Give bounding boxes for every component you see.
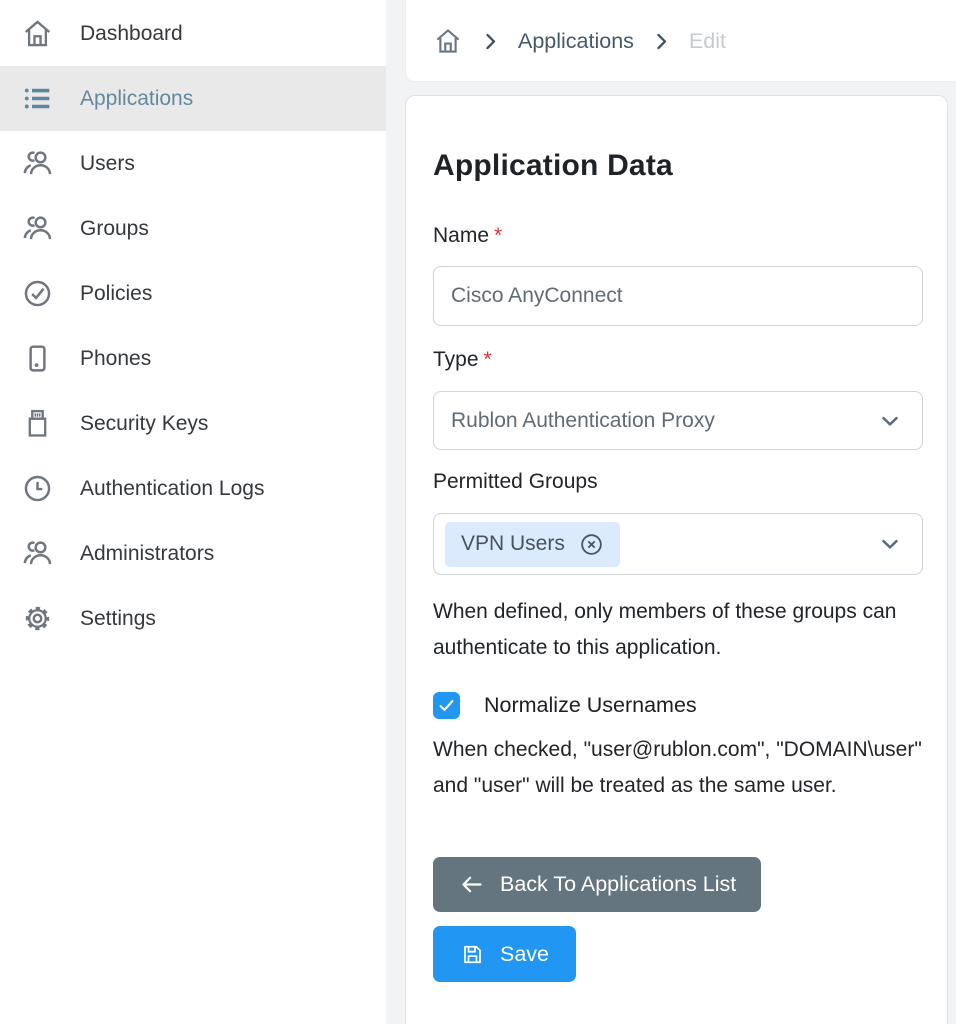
group-tag-label: VPN Users — [461, 532, 565, 556]
page-title: Application Data — [433, 146, 923, 186]
chevron-down-icon — [877, 531, 903, 557]
normalize-usernames-row: Normalize Usernames — [433, 692, 923, 719]
sidebar-item-policies[interactable]: Policies — [0, 261, 386, 326]
breadcrumb-edit-current: Edit — [689, 29, 726, 54]
sidebar-item-label: Applications — [80, 87, 193, 111]
sidebar-item-applications[interactable]: Applications — [0, 66, 386, 131]
sidebar-item-phones[interactable]: Phones — [0, 326, 386, 391]
sidebar-item-authentication-logs[interactable]: Authentication Logs — [0, 456, 386, 521]
save-button[interactable]: Save — [433, 926, 576, 982]
normalize-usernames-checkbox[interactable] — [433, 692, 460, 719]
sidebar-item-administrators[interactable]: Administrators — [0, 521, 386, 586]
sidebar-item-label: Policies — [80, 282, 152, 306]
type-select-value: Rublon Authentication Proxy — [451, 409, 715, 433]
sidebar-item-label: Dashboard — [80, 22, 183, 46]
breadcrumb-applications-link[interactable]: Applications — [518, 29, 634, 54]
sidebar-item-label: Administrators — [80, 542, 214, 566]
usb-key-icon — [21, 407, 54, 440]
name-label: Name* — [433, 223, 923, 249]
check-circle-icon — [21, 277, 54, 310]
sidebar-item-users[interactable]: Users — [0, 131, 386, 196]
save-floppy-icon — [460, 942, 485, 967]
phone-icon — [21, 342, 54, 375]
list-icon — [21, 82, 54, 115]
application-data-card: Application Data Name* Type* Rublon Auth… — [405, 95, 948, 1024]
save-button-label: Save — [500, 942, 549, 967]
chevron-right-icon — [480, 31, 501, 52]
type-label: Type* — [433, 347, 923, 373]
back-button-label: Back To Applications List — [500, 872, 736, 897]
home-icon[interactable] — [433, 26, 463, 56]
sidebar-item-label: Phones — [80, 347, 151, 371]
back-to-applications-button[interactable]: Back To Applications List — [433, 857, 761, 912]
sidebar-item-dashboard[interactable]: Dashboard — [0, 1, 386, 66]
sidebar-item-settings[interactable]: Settings — [0, 586, 386, 651]
sidebar: Dashboard Applications Users — [0, 0, 386, 1024]
people-icon — [21, 212, 54, 245]
permitted-groups-help: When defined, only members of these grou… — [433, 594, 923, 666]
sidebar-item-label: Authentication Logs — [80, 477, 264, 501]
sidebar-item-label: Users — [80, 152, 135, 176]
remove-tag-icon[interactable] — [578, 531, 605, 558]
breadcrumb: Applications Edit — [405, 0, 956, 82]
sidebar-item-security-keys[interactable]: Security Keys — [0, 391, 386, 456]
name-input[interactable] — [433, 266, 923, 326]
home-icon — [21, 17, 54, 50]
normalize-usernames-label[interactable]: Normalize Usernames — [484, 693, 697, 718]
required-asterisk: * — [484, 348, 492, 371]
sidebar-item-label: Security Keys — [80, 412, 208, 436]
sidebar-item-groups[interactable]: Groups — [0, 196, 386, 261]
permitted-groups-label: Permitted Groups — [433, 469, 923, 495]
arrow-left-icon — [458, 871, 485, 898]
chevron-right-icon — [651, 31, 672, 52]
normalize-usernames-help: When checked, "user@rublon.com", "DOMAIN… — [433, 732, 923, 804]
people-icon — [21, 147, 54, 180]
sidebar-item-label: Settings — [80, 607, 156, 631]
people-icon — [21, 537, 54, 570]
type-select[interactable]: Rublon Authentication Proxy — [433, 391, 923, 450]
chevron-down-icon — [877, 408, 903, 434]
gear-icon — [21, 602, 54, 635]
clock-icon — [21, 472, 54, 505]
sidebar-item-label: Groups — [80, 217, 149, 241]
required-asterisk: * — [494, 224, 502, 247]
group-tag: VPN Users — [445, 522, 620, 567]
permitted-groups-select[interactable]: VPN Users — [433, 513, 923, 575]
